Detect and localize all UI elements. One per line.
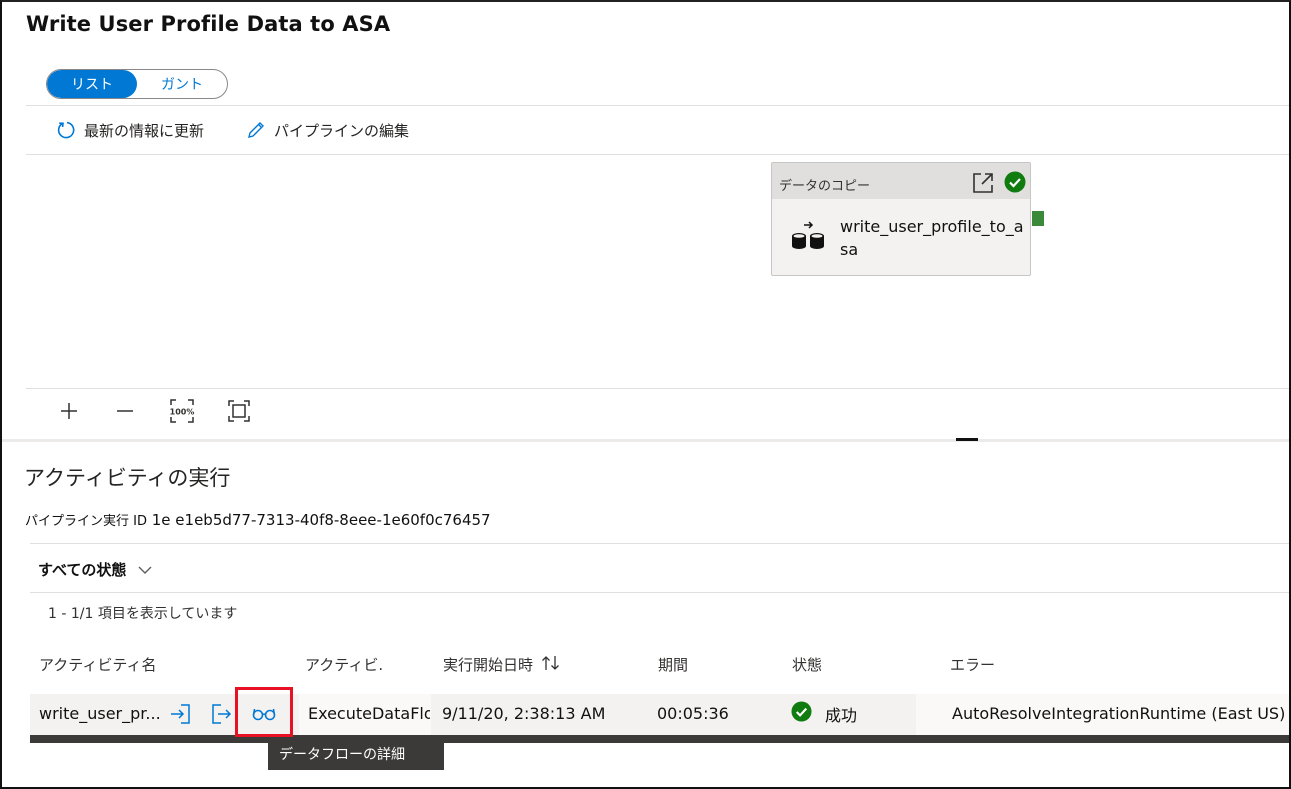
activity-output-port[interactable] [1032,211,1044,226]
view-toggle[interactable]: リスト ガント [46,69,228,99]
tab-gantt[interactable]: ガント [137,70,227,98]
run-id-value: 1e e1eb5d77-7313-40f8-8eee-1e60f0c76457 [151,511,491,529]
edit-pipeline-label: パイプラインの編集 [274,121,410,140]
item-count-text: 1 - 1/1 項目を表示しています [48,606,238,622]
divider [26,388,1289,389]
panel-divider [2,439,1289,442]
success-check-icon [1004,171,1026,197]
column-header-status[interactable]: 状態 [792,654,822,675]
cell-duration: 00:05:36 [657,704,729,723]
input-icon[interactable] [168,702,192,726]
refresh-icon [56,120,76,140]
status-filter-dropdown[interactable]: すべての状態 [38,559,152,580]
pencil-icon [246,120,266,140]
app-frame: Write User Profile Data to ASA リスト ガント 最… [0,0,1291,789]
divider [30,543,1289,544]
success-check-icon [791,701,812,726]
svg-text:100%: 100% [170,408,195,417]
chevron-down-icon [138,561,152,579]
zoom-100-icon: 100% [170,399,195,423]
section-title: アクティビティの実行 [24,466,231,490]
pipeline-run-id: パイプライン実行 ID 1e e1eb5d77-7313-40f8-8eee-1… [25,510,491,529]
divider [26,154,1289,155]
divider [30,592,1289,593]
cell-activity-type: ExecuteDataFlov [308,704,430,723]
activity-name: write_user_profile_to_asa [840,217,1024,259]
refresh-label: 最新の情報に更新 [84,121,205,140]
column-header-duration[interactable]: 期間 [658,654,688,675]
tab-list[interactable]: リスト [47,70,137,98]
page-title: Write User Profile Data to ASA [26,12,391,36]
column-header-start[interactable]: 実行開始日時 [443,654,561,675]
zoom-out-button[interactable] [112,398,138,424]
zoom-100-button[interactable]: 100% [169,398,195,424]
cell-status: 成功 [791,701,857,726]
activity-node[interactable]: データのコピー write_user_profile_to_asa [771,162,1031,276]
cell-error: AutoResolveIntegrationRuntime (East US) [952,704,1286,723]
fit-to-screen-button[interactable] [226,398,252,424]
cell-activity-name[interactable]: write_user_pr... [39,704,161,723]
status-text: 成功 [825,705,858,725]
column-header-name[interactable]: アクティビティ名 [39,654,156,675]
column-header-error[interactable]: エラー [950,654,995,675]
output-icon[interactable] [210,702,234,726]
panel-splitter-handle[interactable] [956,438,978,441]
status-filter-label: すべての状態 [38,561,127,579]
minus-icon [117,410,133,412]
refresh-button[interactable]: 最新の情報に更新 [56,116,204,144]
column-header-start-label: 実行開始日時 [443,656,534,674]
zoom-in-button[interactable] [56,398,82,424]
copy-data-icon [790,221,826,255]
row-scroll-bar[interactable] [30,735,1289,743]
edit-pipeline-button[interactable]: パイプラインの編集 [246,116,409,144]
cell-start-time: 9/11/20, 2:38:13 AM [442,704,606,723]
run-id-label: パイプライン実行 ID [25,514,147,529]
divider [26,105,1289,106]
tooltip: データフローの詳細 [268,738,444,770]
plus-icon [61,403,77,419]
open-external-icon[interactable] [971,171,995,199]
fit-screen-icon [228,400,250,422]
column-header-type[interactable]: アクティビ. [305,654,383,675]
highlight-box [235,687,293,737]
sort-icon[interactable] [541,655,561,675]
